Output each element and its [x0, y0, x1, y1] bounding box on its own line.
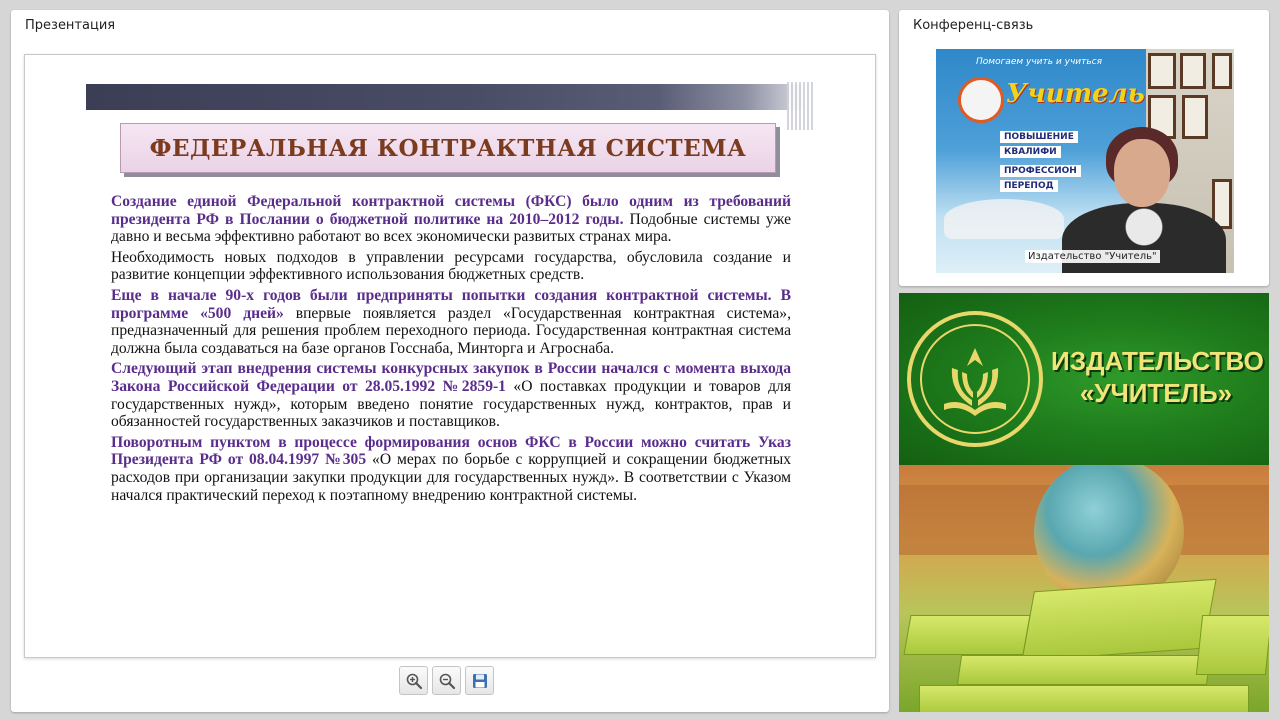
publisher-name-line: ИЗДАТЕЛЬСТВО	[1051, 346, 1264, 376]
wall-frame	[1180, 53, 1206, 89]
slide-title: ФЕДЕРАЛЬНАЯ КОНТРАКТНАЯ СИСТЕМА	[149, 134, 747, 162]
slide-header-stripes	[787, 82, 815, 130]
person-face	[1114, 139, 1170, 207]
slide-title-box: ФЕДЕРАЛЬНАЯ КОНТРАКТНАЯ СИСТЕМА	[120, 123, 776, 173]
conference-panel: Конференц-связь Помогаем учить и учиться…	[899, 10, 1269, 286]
slide-paragraph: Еще в начале 90-х годов были предприняты…	[111, 287, 791, 357]
wall-frame	[1212, 53, 1232, 89]
slide-viewer[interactable]: ФЕДЕРАЛЬНАЯ КОНТРАКТНАЯ СИСТЕМА Создание…	[24, 54, 876, 658]
banner-logo	[958, 77, 1004, 123]
slide-paragraph: Создание единой Федеральной контрактной …	[111, 193, 791, 246]
banner-word: Учитель	[1006, 79, 1145, 109]
slide-header-bar	[86, 84, 802, 110]
paragraph-text: Необходимость новых подходов в управлени…	[111, 248, 791, 284]
banner-line: КВАЛИФИ	[1000, 146, 1061, 158]
publisher-name-line: «УЧИТЕЛЬ»	[1079, 378, 1233, 408]
presentation-panel-title: Презентация	[25, 18, 116, 33]
book-image	[903, 615, 1031, 655]
conference-panel-title: Конференц-связь	[913, 18, 1034, 33]
presentation-panel: Презентация ФЕДЕРАЛЬНАЯ КОНТРАКТНАЯ СИСТ…	[11, 10, 889, 712]
brand-banner: ИЗДАТЕЛЬСТВО «УЧИТЕЛЬ»	[899, 293, 1269, 465]
participant-name-label: Издательство "Учитель"	[1025, 250, 1160, 263]
save-icon	[472, 673, 487, 688]
banner-slogan: Помогаем учить и учиться	[976, 57, 1103, 67]
book-image	[1021, 578, 1217, 662]
participant-video[interactable]: Помогаем учить и учиться Учитель ПОВЫШЕН…	[936, 49, 1234, 273]
zoom-out-icon	[439, 673, 455, 689]
publisher-logo-inner	[920, 324, 1030, 434]
presentation-toolbar	[399, 666, 494, 695]
zoom-in-button[interactable]	[399, 666, 428, 695]
zoom-out-button[interactable]	[432, 666, 461, 695]
book-image	[919, 685, 1249, 712]
slide-paragraph: Необходимость новых подходов в управлени…	[111, 249, 791, 284]
slide-paragraph: Поворотным пунктом в процессе формирован…	[111, 434, 791, 504]
wall-frame	[1148, 53, 1176, 89]
save-button[interactable]	[465, 666, 494, 695]
book-image	[956, 655, 1212, 685]
slide-paragraph: Следующий этап внедрения системы конкурс…	[111, 360, 791, 430]
book-sprout-icon	[944, 348, 1006, 416]
slide-body: Создание единой Федеральной контрактной …	[111, 193, 791, 507]
book-image	[1195, 615, 1269, 675]
banner-line: ПЕРЕПОД	[1000, 180, 1058, 192]
publisher-logo-icon	[907, 311, 1043, 447]
books-globe-photo	[899, 465, 1269, 712]
zoom-in-icon	[406, 673, 422, 689]
banner-book-image	[944, 199, 1064, 239]
publisher-name: ИЗДАТЕЛЬСТВО «УЧИТЕЛЬ»	[1051, 345, 1264, 409]
